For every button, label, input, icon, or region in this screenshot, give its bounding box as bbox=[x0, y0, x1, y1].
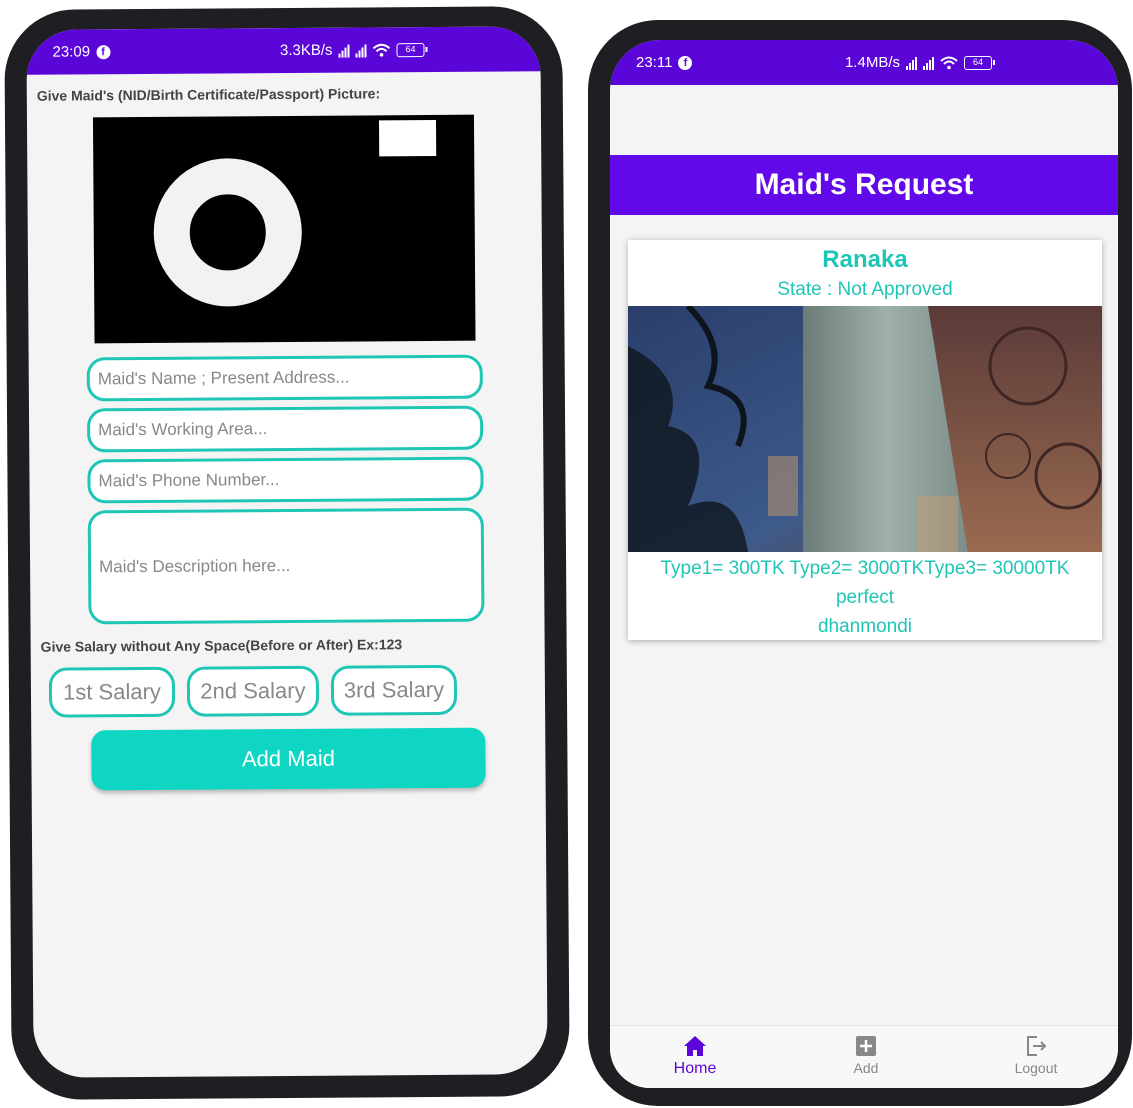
nav-add[interactable]: Add bbox=[821, 1034, 911, 1076]
status-time: 23:11 bbox=[636, 54, 673, 71]
status-bar: 23:09 f 3.3KB/s 64 bbox=[26, 26, 541, 75]
picture-label: Give Maid's (NID/Birth Certificate/Passp… bbox=[36, 85, 381, 104]
third-salary-placeholder: 3rd Salary bbox=[343, 676, 445, 703]
add-box-icon bbox=[856, 1036, 876, 1056]
salary-types: Type1= 300TK Type2= 3000TKType3= 30000TK bbox=[660, 558, 1070, 579]
working-area-input[interactable]: Maid's Working Area... bbox=[86, 405, 484, 453]
maid-area: dhanmondi bbox=[817, 616, 913, 637]
facebook-icon: f bbox=[95, 44, 111, 59]
working-area-placeholder: Maid's Working Area... bbox=[98, 419, 268, 440]
salary-label: Give Salary without Any Space(Before or … bbox=[40, 636, 403, 655]
add-maid-screen: 23:09 f 3.3KB/s 64 Give Maid's (NID/Birt… bbox=[26, 26, 548, 1078]
status-bar: 23:11 f 1.4MB/s 64 bbox=[610, 40, 1118, 85]
logout-icon bbox=[1027, 1036, 1047, 1056]
name-address-placeholder: Maid's Name ; Present Address... bbox=[97, 367, 350, 389]
signal-icon bbox=[906, 56, 917, 70]
add-maid-button[interactable]: Add Maid bbox=[91, 727, 486, 791]
maid-request-card[interactable]: Ranaka State : Not Approved Type1= 300TK… bbox=[628, 240, 1102, 640]
first-salary-input[interactable]: 1st Salary bbox=[48, 666, 176, 718]
description-input[interactable]: Maid's Description here... bbox=[87, 507, 485, 625]
third-salary-input[interactable]: 3rd Salary bbox=[330, 664, 458, 716]
maid-name: Ranaka bbox=[822, 246, 908, 273]
network-speed: 3.3KB/s bbox=[279, 41, 333, 60]
maid-request-screen: 23:11 f 1.4MB/s 64 Maid's Request Ranaka… bbox=[610, 40, 1118, 1088]
wifi-icon bbox=[940, 56, 958, 69]
second-salary-placeholder: 2nd Salary bbox=[200, 677, 306, 704]
signal-icon bbox=[923, 56, 934, 70]
nav-home-label: Home bbox=[673, 1060, 717, 1077]
battery-icon: 64 bbox=[396, 42, 425, 57]
nav-add-label: Add bbox=[853, 1060, 879, 1076]
approval-state: State : Not Approved bbox=[777, 279, 953, 300]
camera-lens bbox=[153, 157, 303, 307]
phone-placeholder: Maid's Phone Number... bbox=[98, 470, 280, 491]
camera-flash bbox=[378, 119, 437, 157]
nav-home[interactable]: Home bbox=[650, 1034, 740, 1078]
network-speed: 1.4MB/s bbox=[844, 54, 900, 71]
nav-logout[interactable]: Logout bbox=[991, 1034, 1081, 1076]
signal-icon bbox=[355, 43, 367, 58]
name-address-input[interactable]: Maid's Name ; Present Address... bbox=[86, 354, 483, 402]
first-salary-placeholder: 1st Salary bbox=[62, 678, 161, 705]
home-icon bbox=[684, 1036, 706, 1056]
status-time: 23:09 bbox=[52, 43, 91, 61]
page-title: Maid's Request bbox=[610, 155, 1118, 215]
maid-photo bbox=[628, 306, 1102, 552]
battery-icon: 64 bbox=[964, 55, 995, 70]
second-salary-input[interactable]: 2nd Salary bbox=[186, 665, 320, 717]
camera-icon[interactable] bbox=[92, 114, 476, 344]
phone-frame-left: 23:09 f 3.3KB/s 64 Give Maid's (NID/Birt… bbox=[4, 6, 570, 1100]
bottom-navigation: Home Add Logout bbox=[610, 1025, 1118, 1088]
signal-icon bbox=[338, 43, 350, 58]
wifi-icon bbox=[372, 43, 391, 57]
nav-logout-label: Logout bbox=[1014, 1060, 1058, 1076]
phone-frame-right: 23:11 f 1.4MB/s 64 Maid's Request Ranaka… bbox=[588, 20, 1132, 1106]
description-placeholder: Maid's Description here... bbox=[99, 555, 291, 577]
facebook-icon: f bbox=[678, 55, 693, 70]
maid-description: perfect bbox=[835, 587, 895, 608]
phone-number-input[interactable]: Maid's Phone Number... bbox=[87, 456, 484, 504]
